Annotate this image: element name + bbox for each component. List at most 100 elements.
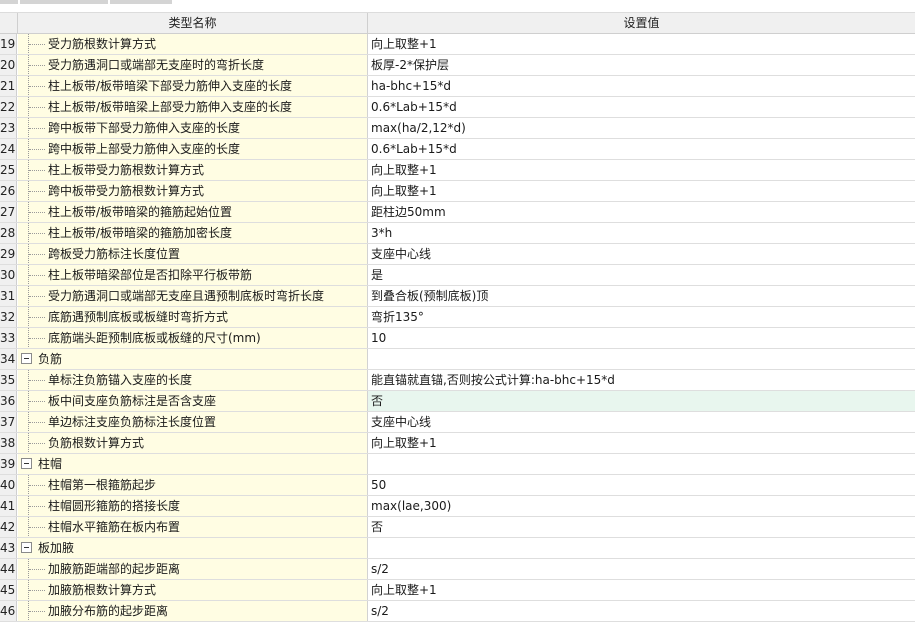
setting-value-cell[interactable]: 距柱边50mm bbox=[368, 202, 915, 222]
setting-value-cell[interactable]: 是 bbox=[368, 265, 915, 285]
setting-value-cell[interactable]: 否 bbox=[368, 517, 915, 537]
table-row[interactable]: 27 柱上板带/板带暗梁的箍筋起始位置 距柱边50mm bbox=[0, 202, 915, 223]
tab-1[interactable] bbox=[0, 0, 18, 4]
setting-value-cell[interactable]: max(lae,300) bbox=[368, 496, 915, 516]
table-row[interactable]: 38 负筋根数计算方式 向上取整+1 bbox=[0, 433, 915, 454]
row-number: 36 bbox=[0, 391, 17, 411]
tree-branch-icon bbox=[29, 212, 45, 214]
table-row[interactable]: 23 跨中板带下部受力筋伸入支座的长度 max(ha/2,12*d) bbox=[0, 118, 915, 139]
row-number: 25 bbox=[0, 160, 17, 180]
type-name-cell: 负筋 bbox=[18, 349, 368, 369]
tree-branch-icon bbox=[29, 401, 45, 403]
type-name-cell: 柱上板带/板带暗梁上部受力筋伸入支座的长度 bbox=[18, 97, 368, 117]
setting-label: 单边标注支座负筋标注长度位置 bbox=[48, 415, 217, 429]
row-number: 34 bbox=[0, 349, 17, 369]
tab-strip bbox=[0, 0, 915, 4]
tree-branch-icon bbox=[29, 65, 45, 67]
setting-value-cell[interactable]: 向上取整+1 bbox=[368, 160, 915, 180]
table-row[interactable]: 22 柱上板带/板带暗梁上部受力筋伸入支座的长度 0.6*Lab+15*d bbox=[0, 97, 915, 118]
type-name-cell: 跨板受力筋标注长度位置 bbox=[18, 244, 368, 264]
group-row[interactable]: 39 柱帽 bbox=[0, 454, 915, 475]
setting-label: 加腋筋根数计算方式 bbox=[48, 583, 157, 597]
minus-box-icon[interactable] bbox=[21, 353, 32, 364]
setting-value-cell[interactable]: 向上取整+1 bbox=[368, 580, 915, 600]
tab-2[interactable] bbox=[20, 0, 108, 4]
type-name-cell: 柱上板带暗梁部位是否扣除平行板带筋 bbox=[18, 265, 368, 285]
setting-value-cell[interactable]: 能直锚就直锚,否则按公式计算:ha-bhc+15*d bbox=[368, 370, 915, 390]
row-number: 33 bbox=[0, 328, 17, 348]
row-number: 23 bbox=[0, 118, 17, 138]
setting-value-cell[interactable]: 板厚-2*保护层 bbox=[368, 55, 915, 75]
table-row[interactable]: 46 加腋分布筋的起步距离 s/2 bbox=[0, 601, 915, 622]
table-row[interactable]: 44 加腋筋距端部的起步距离 s/2 bbox=[0, 559, 915, 580]
setting-value-cell[interactable]: 支座中心线 bbox=[368, 412, 915, 432]
minus-box-icon[interactable] bbox=[21, 542, 32, 553]
table-row[interactable]: 31 受力筋遇洞口或端部无支座且遇预制底板时弯折长度 到叠合板(预制底板)顶 bbox=[0, 286, 915, 307]
setting-value-cell[interactable]: 否 bbox=[368, 391, 915, 411]
table-row[interactable]: 26 跨中板带受力筋根数计算方式 向上取整+1 bbox=[0, 181, 915, 202]
setting-value-cell[interactable]: 支座中心线 bbox=[368, 244, 915, 264]
type-name-cell: 跨中板带受力筋根数计算方式 bbox=[18, 181, 368, 201]
setting-value-cell[interactable]: 3*h bbox=[368, 223, 915, 243]
table-row[interactable]: 21 柱上板带/板带暗梁下部受力筋伸入支座的长度 ha-bhc+15*d bbox=[0, 76, 915, 97]
table-row[interactable]: 25 柱上板带受力筋根数计算方式 向上取整+1 bbox=[0, 160, 915, 181]
setting-label: 柱上板带受力筋根数计算方式 bbox=[48, 163, 205, 177]
setting-value-cell[interactable]: 弯折135° bbox=[368, 307, 915, 327]
tab-3[interactable] bbox=[110, 0, 172, 4]
setting-label: 跨中板带下部受力筋伸入支座的长度 bbox=[48, 121, 241, 135]
setting-value-cell[interactable] bbox=[368, 349, 915, 369]
setting-value-cell[interactable]: 0.6*Lab+15*d bbox=[368, 139, 915, 159]
minus-box-icon[interactable] bbox=[21, 458, 32, 469]
setting-value-cell[interactable]: ha-bhc+15*d bbox=[368, 76, 915, 96]
type-name-cell: 跨中板带上部受力筋伸入支座的长度 bbox=[18, 139, 368, 159]
table-row[interactable]: 29 跨板受力筋标注长度位置 支座中心线 bbox=[0, 244, 915, 265]
setting-value-cell[interactable]: s/2 bbox=[368, 559, 915, 579]
table-row[interactable]: 30 柱上板带暗梁部位是否扣除平行板带筋 是 bbox=[0, 265, 915, 286]
setting-value-cell[interactable]: 10 bbox=[368, 328, 915, 348]
tree-branch-icon bbox=[29, 170, 45, 172]
setting-value-cell[interactable]: 向上取整+1 bbox=[368, 433, 915, 453]
row-number: 42 bbox=[0, 517, 17, 537]
type-name-cell: 底筋遇预制底板或板缝时弯折方式 bbox=[18, 307, 368, 327]
table-row[interactable]: 40 柱帽第一根箍筋起步 50 bbox=[0, 475, 915, 496]
table-row[interactable]: 35 单标注负筋锚入支座的长度 能直锚就直锚,否则按公式计算:ha-bhc+15*d bbox=[0, 370, 915, 391]
tree-branch-icon bbox=[29, 611, 45, 613]
type-name-cell: 单标注负筋锚入支座的长度 bbox=[18, 370, 368, 390]
setting-value-cell[interactable] bbox=[368, 454, 915, 474]
setting-value-cell[interactable]: 50 bbox=[368, 475, 915, 495]
row-number: 32 bbox=[0, 307, 17, 327]
setting-label: 柱帽圆形箍筋的搭接长度 bbox=[48, 499, 181, 513]
table-row[interactable]: 32 底筋遇预制底板或板缝时弯折方式 弯折135° bbox=[0, 307, 915, 328]
table-row[interactable]: 45 加腋筋根数计算方式 向上取整+1 bbox=[0, 580, 915, 601]
group-row[interactable]: 43 板加腋 bbox=[0, 538, 915, 559]
group-row[interactable]: 34 负筋 bbox=[0, 349, 915, 370]
tree-branch-icon bbox=[29, 569, 45, 571]
row-number: 21 bbox=[0, 76, 17, 96]
table-row[interactable]: 20 受力筋遇洞口或端部无支座时的弯折长度 板厚-2*保护层 bbox=[0, 55, 915, 76]
table-header: 类型名称 设置值 bbox=[0, 12, 915, 34]
row-number: 38 bbox=[0, 433, 17, 453]
tree-branch-icon bbox=[29, 506, 45, 508]
table-row[interactable]: 41 柱帽圆形箍筋的搭接长度 max(lae,300) bbox=[0, 496, 915, 517]
row-number: 41 bbox=[0, 496, 17, 516]
type-name-cell: 单边标注支座负筋标注长度位置 bbox=[18, 412, 368, 432]
table-row[interactable]: 37 单边标注支座负筋标注长度位置 支座中心线 bbox=[0, 412, 915, 433]
setting-value-cell[interactable]: 0.6*Lab+15*d bbox=[368, 97, 915, 117]
setting-value-cell[interactable]: 向上取整+1 bbox=[368, 34, 915, 54]
value-header[interactable]: 设置值 bbox=[368, 13, 915, 34]
setting-value-cell[interactable] bbox=[368, 538, 915, 558]
table-row[interactable]: 33 底筋端头距预制底板或板缝的尺寸(mm) 10 bbox=[0, 328, 915, 349]
setting-value-cell[interactable]: 到叠合板(预制底板)顶 bbox=[368, 286, 915, 306]
table-row[interactable]: 42 柱帽水平箍筋在板内布置 否 bbox=[0, 517, 915, 538]
setting-value-cell[interactable]: s/2 bbox=[368, 601, 915, 621]
table-row[interactable]: 19 受力筋根数计算方式 向上取整+1 bbox=[0, 34, 915, 55]
table-row[interactable]: 36 板中间支座负筋标注是否含支座 否 bbox=[0, 391, 915, 412]
tree-branch-icon bbox=[29, 44, 45, 46]
row-number: 46 bbox=[0, 601, 17, 621]
setting-value-cell[interactable]: 向上取整+1 bbox=[368, 181, 915, 201]
type-name-header[interactable]: 类型名称 bbox=[18, 13, 368, 34]
table-row[interactable]: 28 柱上板带/板带暗梁的箍筋加密长度 3*h bbox=[0, 223, 915, 244]
setting-value-cell[interactable]: max(ha/2,12*d) bbox=[368, 118, 915, 138]
type-name-cell: 板中间支座负筋标注是否含支座 bbox=[18, 391, 368, 411]
table-row[interactable]: 24 跨中板带上部受力筋伸入支座的长度 0.6*Lab+15*d bbox=[0, 139, 915, 160]
